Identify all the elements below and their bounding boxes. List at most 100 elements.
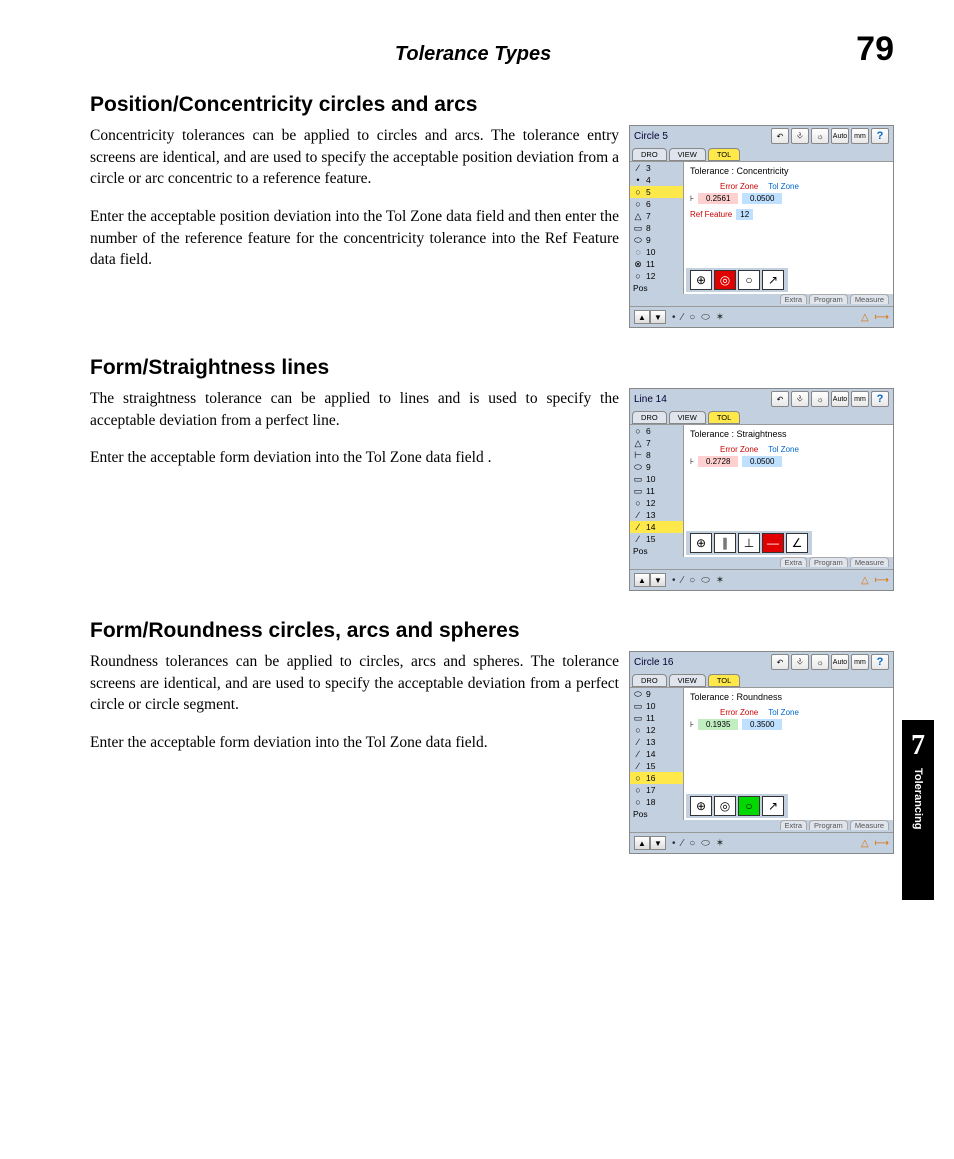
ellipse-icon[interactable]: ⬭ [701,575,710,586]
feature-list-row[interactable]: △ 7 [630,210,683,222]
tab-view[interactable]: VIEW [669,411,706,424]
tool-button[interactable]: ☼ [811,391,829,407]
feature-list-row[interactable]: ○ 12 [630,724,683,736]
tol-zone-value[interactable]: 0.3500 [742,719,782,730]
tol-zone-value[interactable]: 0.0500 [742,193,782,204]
tab-program[interactable]: Program [809,557,848,567]
feature-list-row[interactable]: ○ 16 [630,772,683,784]
feature-list-row[interactable]: ○ 12 [630,270,683,282]
feature-list-row[interactable]: ▭ 10 [630,700,683,712]
feature-list-row[interactable]: ▭ 8 [630,222,683,234]
tab-dro[interactable]: DRO [632,148,667,161]
tolerance-symbol-button[interactable]: ◎ [714,270,736,290]
undo-button[interactable]: ↶ [771,654,789,670]
warn-icon[interactable]: △ [861,575,869,586]
feature-list-row[interactable]: ▭ 11 [630,485,683,497]
undo-button[interactable]: ↶ [771,128,789,144]
feature-list-row[interactable]: ∕ 13 [630,509,683,521]
tolerance-symbol-button[interactable]: ○ [738,270,760,290]
point-icon[interactable]: • [672,312,676,323]
warn-icon[interactable]: △ [861,838,869,849]
tolerance-symbol-button[interactable]: — [762,533,784,553]
tab-measure[interactable]: Measure [850,557,889,567]
feature-list-row[interactable]: ∕ 15 [630,760,683,772]
warn-icon[interactable]: △ [861,312,869,323]
feature-list-row[interactable]: ∕ 14 [630,748,683,760]
tool-button[interactable]: ⎀ [791,128,809,144]
circle-icon[interactable]: ○ [689,312,695,323]
auto-button[interactable]: Auto [831,128,849,144]
scroll-up-button[interactable]: ▲ [634,573,650,587]
feature-list-row[interactable]: ∕ 14 [630,521,683,533]
tolerance-symbol-button[interactable]: ⊥ [738,533,760,553]
undo-button[interactable]: ↶ [771,391,789,407]
ellipse-icon[interactable]: ⬭ [701,312,710,323]
tab-tol[interactable]: TOL [708,148,740,161]
feature-list-row[interactable]: • 4 [630,174,683,186]
auto-button[interactable]: Auto [831,391,849,407]
tab-dro[interactable]: DRO [632,674,667,687]
tool-button[interactable]: ⎀ [791,391,809,407]
tab-program[interactable]: Program [809,294,848,304]
feature-list-row[interactable]: ∕ 15 [630,533,683,545]
feature-list-row[interactable]: ▭ 10 [630,473,683,485]
scroll-down-button[interactable]: ▼ [650,310,666,324]
units-button[interactable]: mm [851,654,869,670]
feature-list-row[interactable]: ◌ 10 [630,246,683,258]
feature-list-row[interactable]: ⬭ 9 [630,688,683,700]
feature-list-row[interactable]: ∕ 3 [630,162,683,174]
measure-icon[interactable]: ⟼ [875,312,889,323]
auto-button[interactable]: Auto [831,654,849,670]
error-zone-value[interactable]: 0.2561 [698,193,738,204]
feature-list-row[interactable]: ○ 5 [630,186,683,198]
tab-measure[interactable]: Measure [850,294,889,304]
tab-extra[interactable]: Extra [780,294,808,304]
tool-button[interactable]: ☼ [811,128,829,144]
tab-view[interactable]: VIEW [669,148,706,161]
tolerance-symbol-button[interactable]: ○ [738,796,760,816]
units-button[interactable]: mm [851,391,869,407]
tool-button[interactable]: ⎀ [791,654,809,670]
ref-feature-value[interactable]: 12 [736,209,753,220]
feature-list-row[interactable]: ○ 12 [630,497,683,509]
scroll-up-button[interactable]: ▲ [634,310,650,324]
scroll-up-button[interactable]: ▲ [634,836,650,850]
help-button[interactable]: ? [871,128,889,144]
line-icon[interactable]: ∕ [682,838,684,849]
feature-list-row[interactable]: ○ 6 [630,198,683,210]
tolerance-symbol-button[interactable]: ↗ [762,270,784,290]
tolerance-symbol-button[interactable]: ↗ [762,796,784,816]
feature-list-row[interactable]: ⊢ 8 [630,449,683,461]
tab-tol[interactable]: TOL [708,674,740,687]
feature-list-row[interactable]: ⬭ 9 [630,461,683,473]
circle-icon[interactable]: ○ [689,575,695,586]
tab-program[interactable]: Program [809,820,848,830]
feature-list-row[interactable]: ▭ 11 [630,712,683,724]
measure-icon[interactable]: ⟼ [875,838,889,849]
run-icon[interactable]: ✶ [716,575,724,586]
tab-extra[interactable]: Extra [780,820,808,830]
tab-view[interactable]: VIEW [669,674,706,687]
tol-zone-value[interactable]: 0.0500 [742,456,782,467]
error-zone-value[interactable]: 0.1935 [698,719,738,730]
tab-extra[interactable]: Extra [780,557,808,567]
tolerance-symbol-button[interactable]: ∠ [786,533,808,553]
tolerance-symbol-button[interactable]: ⊕ [690,533,712,553]
circle-icon[interactable]: ○ [689,838,695,849]
tab-tol[interactable]: TOL [708,411,740,424]
ellipse-icon[interactable]: ⬭ [701,838,710,849]
help-button[interactable]: ? [871,391,889,407]
tab-dro[interactable]: DRO [632,411,667,424]
tolerance-symbol-button[interactable]: ◎ [714,796,736,816]
feature-list-row[interactable]: ○ 17 [630,784,683,796]
tab-measure[interactable]: Measure [850,820,889,830]
point-icon[interactable]: • [672,575,676,586]
feature-list-row[interactable]: ⬭ 9 [630,234,683,246]
scroll-down-button[interactable]: ▼ [650,573,666,587]
error-zone-value[interactable]: 0.2728 [698,456,738,467]
feature-list-row[interactable]: ○ 18 [630,796,683,808]
measure-icon[interactable]: ⟼ [875,575,889,586]
line-icon[interactable]: ∕ [682,312,684,323]
scroll-down-button[interactable]: ▼ [650,836,666,850]
units-button[interactable]: mm [851,128,869,144]
